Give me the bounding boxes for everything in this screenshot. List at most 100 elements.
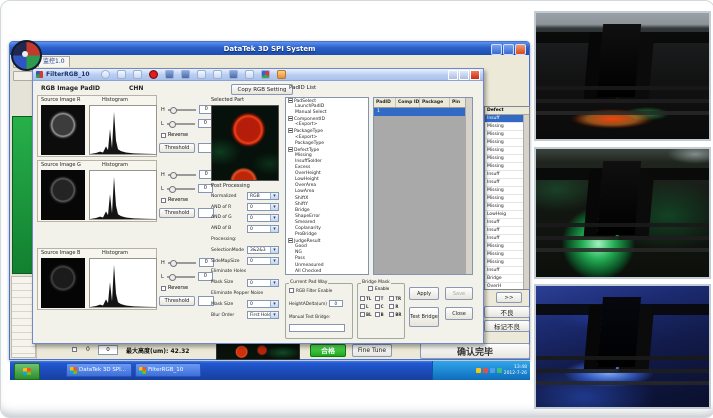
bridge-mask-cell[interactable]: T <box>375 296 388 301</box>
minimize-icon[interactable] <box>491 44 502 55</box>
defect-row[interactable]: Missing <box>485 139 524 147</box>
h-slider[interactable] <box>168 109 196 111</box>
l-slider[interactable] <box>167 276 195 278</box>
defect-row[interactable]: Insuff <box>485 227 524 235</box>
defect-row[interactable]: OverH <box>485 283 524 290</box>
bridge-enable-checkbox[interactable] <box>368 286 373 291</box>
defect-row[interactable]: Missing <box>485 187 524 195</box>
defect-row[interactable]: Missing <box>485 251 524 259</box>
bridge-mask-cell[interactable]: BL <box>360 312 373 317</box>
defect-row[interactable]: Insuff <box>485 267 524 275</box>
manual-test-field[interactable] <box>289 324 345 332</box>
dialog-minimize-icon[interactable] <box>448 70 458 80</box>
bad-button[interactable]: 不良 <box>484 306 530 318</box>
grid-icon[interactable] <box>181 70 190 79</box>
mask-checkbox[interactable] <box>360 296 365 301</box>
bridge-mask-cell[interactable]: TR <box>389 296 402 301</box>
tree-node-toggle-icon[interactable] <box>288 238 293 243</box>
height-delta-field[interactable]: 0 <box>329 300 343 307</box>
print-icon[interactable] <box>133 70 142 79</box>
bridge-mask-cell[interactable]: TL <box>360 296 373 301</box>
save-icon[interactable] <box>117 70 126 79</box>
tray-icon[interactable] <box>476 368 481 373</box>
defect-row[interactable]: Bridge <box>485 275 524 283</box>
sidebar-button[interactable] <box>13 71 33 81</box>
mask-checkbox[interactable] <box>389 304 394 309</box>
pp-dropdown[interactable]: 0 <box>247 225 279 233</box>
dialog-titlebar[interactable]: FilterRGB_10 <box>33 69 483 81</box>
defect-row[interactable]: Missing <box>485 259 524 267</box>
pp-dropdown[interactable]: 0 <box>247 300 279 308</box>
tray-icon[interactable] <box>490 368 495 373</box>
defect-row[interactable]: Missing <box>485 131 524 139</box>
defect-row[interactable]: Missing <box>485 203 524 211</box>
pp-dropdown[interactable]: 0 <box>247 279 279 287</box>
bridge-mask-cell[interactable]: BR <box>389 312 402 317</box>
tree-item[interactable]: All Checked <box>286 269 368 275</box>
tree-node-toggle-icon[interactable] <box>288 116 293 121</box>
tree-node-toggle-icon[interactable] <box>288 128 293 133</box>
more-button[interactable]: >> <box>496 292 522 303</box>
palette-icon[interactable] <box>261 70 270 79</box>
defect-row[interactable]: Insuff <box>485 171 524 179</box>
bridge-mask-cell[interactable]: L <box>360 304 373 309</box>
col-compid[interactable]: Comp ID <box>396 98 420 107</box>
rgb-filter-checkbox[interactable] <box>289 288 294 293</box>
taskbar-item[interactable]: FilterRGB_10 <box>135 363 201 377</box>
capture-icon[interactable] <box>165 70 174 79</box>
pp-dropdown[interactable]: First Holes <box>247 311 279 319</box>
defect-row[interactable]: Missing <box>485 195 524 203</box>
defect-row[interactable]: Missing <box>485 163 524 171</box>
tree-node-toggle-icon[interactable] <box>288 147 293 152</box>
defect-scrollbar[interactable] <box>523 115 529 289</box>
bridge-mask-cell[interactable]: C <box>375 304 388 309</box>
status-value-field[interactable]: 0 <box>98 345 118 355</box>
apply-button[interactable]: Apply <box>409 287 439 300</box>
taskbar-item[interactable]: DataTek 3D SPI... <box>66 363 132 377</box>
open-icon[interactable] <box>101 70 110 79</box>
defect-row[interactable]: Missing <box>485 147 524 155</box>
fine-tune-button[interactable]: Fine Tune <box>352 344 392 357</box>
record-icon[interactable] <box>149 70 158 79</box>
pad-table-scrollbar[interactable] <box>465 98 472 274</box>
help-icon[interactable] <box>277 70 286 79</box>
col-package[interactable]: Package <box>420 98 450 107</box>
pass-button[interactable]: 合格 <box>310 344 346 357</box>
close-icon[interactable] <box>515 44 526 55</box>
reverse-checkbox[interactable] <box>161 286 166 291</box>
test-bridge-button[interactable]: Test Bridge <box>409 307 439 327</box>
pp-dropdown[interactable]: 0 <box>247 214 279 222</box>
image-icon[interactable] <box>197 70 206 79</box>
l-slider[interactable] <box>167 123 195 125</box>
threshold-button[interactable]: Threshold <box>159 296 195 306</box>
dialog-close-icon[interactable] <box>470 70 480 80</box>
bridge-mask-cell[interactable]: B <box>375 312 388 317</box>
pp-dropdown[interactable]: RGB <box>247 192 279 200</box>
defect-row[interactable]: LowHeig <box>485 211 524 219</box>
defect-row[interactable]: Insuff <box>485 179 524 187</box>
pp-dropdown[interactable]: 0 <box>247 257 279 265</box>
bridge-mask-cell[interactable]: R <box>389 304 402 309</box>
threshold-button[interactable]: Threshold <box>159 143 195 153</box>
edit-icon[interactable] <box>245 70 254 79</box>
save-button[interactable]: Save <box>445 287 473 300</box>
mask-checkbox[interactable] <box>389 312 394 317</box>
tab-monitor[interactable]: 监控1.0 <box>38 56 70 67</box>
defect-row[interactable]: Insuff <box>485 235 524 243</box>
confirm-complete-button[interactable]: 确认完毕 <box>420 343 530 359</box>
l-slider[interactable] <box>167 188 195 190</box>
mask-checkbox[interactable] <box>375 296 380 301</box>
pp-dropdown[interactable]: 0 <box>247 203 279 211</box>
compare-icon[interactable] <box>213 70 222 79</box>
reverse-checkbox[interactable] <box>161 133 166 138</box>
maximize-icon[interactable] <box>503 44 514 55</box>
defect-row[interactable]: Insuff <box>485 219 524 227</box>
mask-checkbox[interactable] <box>375 304 380 309</box>
mask-checkbox[interactable] <box>360 312 365 317</box>
mask-checkbox[interactable] <box>360 304 365 309</box>
main-titlebar[interactable]: DataTek 3D SPI System <box>10 42 529 55</box>
defect-row[interactable]: Missing <box>485 243 524 251</box>
mask-checkbox[interactable] <box>375 312 380 317</box>
defect-row[interactable]: Missing <box>485 155 524 163</box>
threshold-button[interactable]: Threshold <box>159 208 195 218</box>
